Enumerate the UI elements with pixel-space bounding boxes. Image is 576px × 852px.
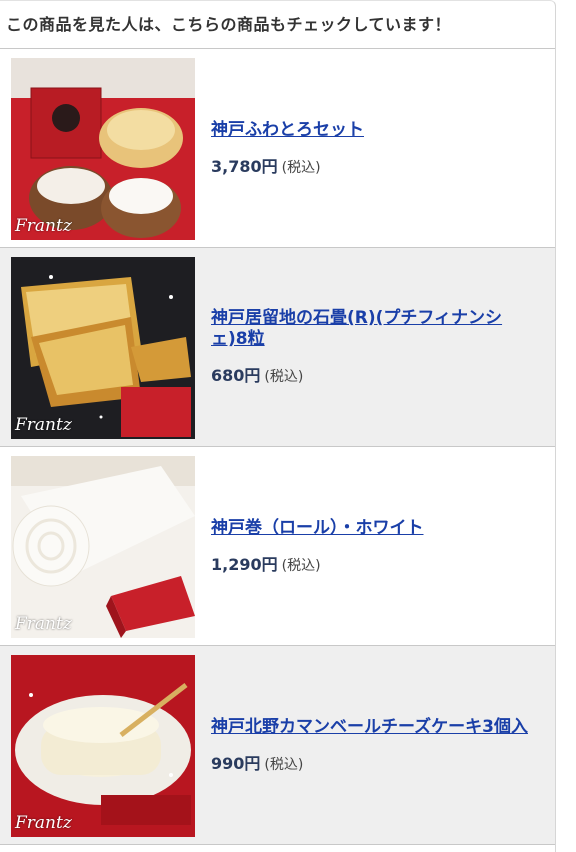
recommendation-panel: この商品を見た人は、こちらの商品もチェックしています！ Frantz 神戸ふわと…: [0, 0, 556, 852]
product-name-link[interactable]: 神戸居留地の石畳(R)(プチフィナンシェ)8粒: [211, 308, 537, 350]
tax-label: (税込): [264, 756, 304, 773]
product-price: 1,290円: [211, 554, 278, 574]
brand-logo: Frantz: [15, 813, 72, 833]
list-item[interactable]: Frantz 神戸巻（ロール）・ホワイト 1,290円 (税込): [0, 447, 555, 646]
product-price: 3,780円: [211, 156, 278, 176]
product-info: 神戸居留地の石畳(R)(プチフィナンシェ)8粒 680円 (税込): [211, 308, 537, 386]
brand-logo: Frantz: [15, 415, 72, 435]
product-image[interactable]: Frantz: [11, 257, 195, 439]
product-name-link[interactable]: 神戸ふわとろセット: [211, 120, 537, 141]
tax-label: (税込): [281, 557, 321, 574]
list-item[interactable]: Frantz 神戸ふわとろセット 3,780円 (税込): [0, 49, 555, 248]
roll-cake-photo-icon: [11, 456, 195, 638]
product-info: 神戸巻（ロール）・ホワイト 1,290円 (税込): [211, 518, 537, 575]
brand-logo: Frantz: [15, 216, 72, 236]
product-image[interactable]: Frantz: [11, 655, 195, 837]
product-info: 神戸ふわとろセット 3,780円 (税込): [211, 120, 537, 177]
brand-logo: Frantz: [15, 614, 72, 634]
tax-label: (税込): [281, 159, 321, 176]
product-image[interactable]: Frantz: [11, 58, 195, 240]
price-row: 1,290円 (税込): [211, 551, 537, 575]
cheesecake-photo-icon: [11, 655, 195, 837]
tax-label: (税込): [264, 369, 304, 385]
product-name-link[interactable]: 神戸北野カマンベールチーズケーキ3個入: [211, 717, 537, 738]
product-image[interactable]: Frantz: [11, 456, 195, 638]
panel-title: この商品を見た人は、こちらの商品もチェックしています！: [0, 1, 555, 49]
cake-set-photo-icon: [11, 58, 195, 240]
product-name-link[interactable]: 神戸巻（ロール）・ホワイト: [211, 518, 537, 539]
price-row: 680円 (税込): [211, 362, 537, 386]
product-price: 680円: [211, 366, 261, 385]
product-info: 神戸北野カマンベールチーズケーキ3個入 990円 (税込): [211, 717, 537, 774]
price-row: 990円 (税込): [211, 750, 537, 774]
list-item[interactable]: Frantz 神戸北野カマンベールチーズケーキ3個入 990円 (税込): [0, 646, 555, 845]
list-item[interactable]: Frantz 神戸居留地の石畳(R)(プチフィナンシェ)8粒 680円 (税込): [0, 248, 555, 447]
financier-photo-icon: [11, 257, 195, 439]
product-price: 990円: [211, 753, 261, 773]
price-row: 3,780円 (税込): [211, 153, 537, 177]
